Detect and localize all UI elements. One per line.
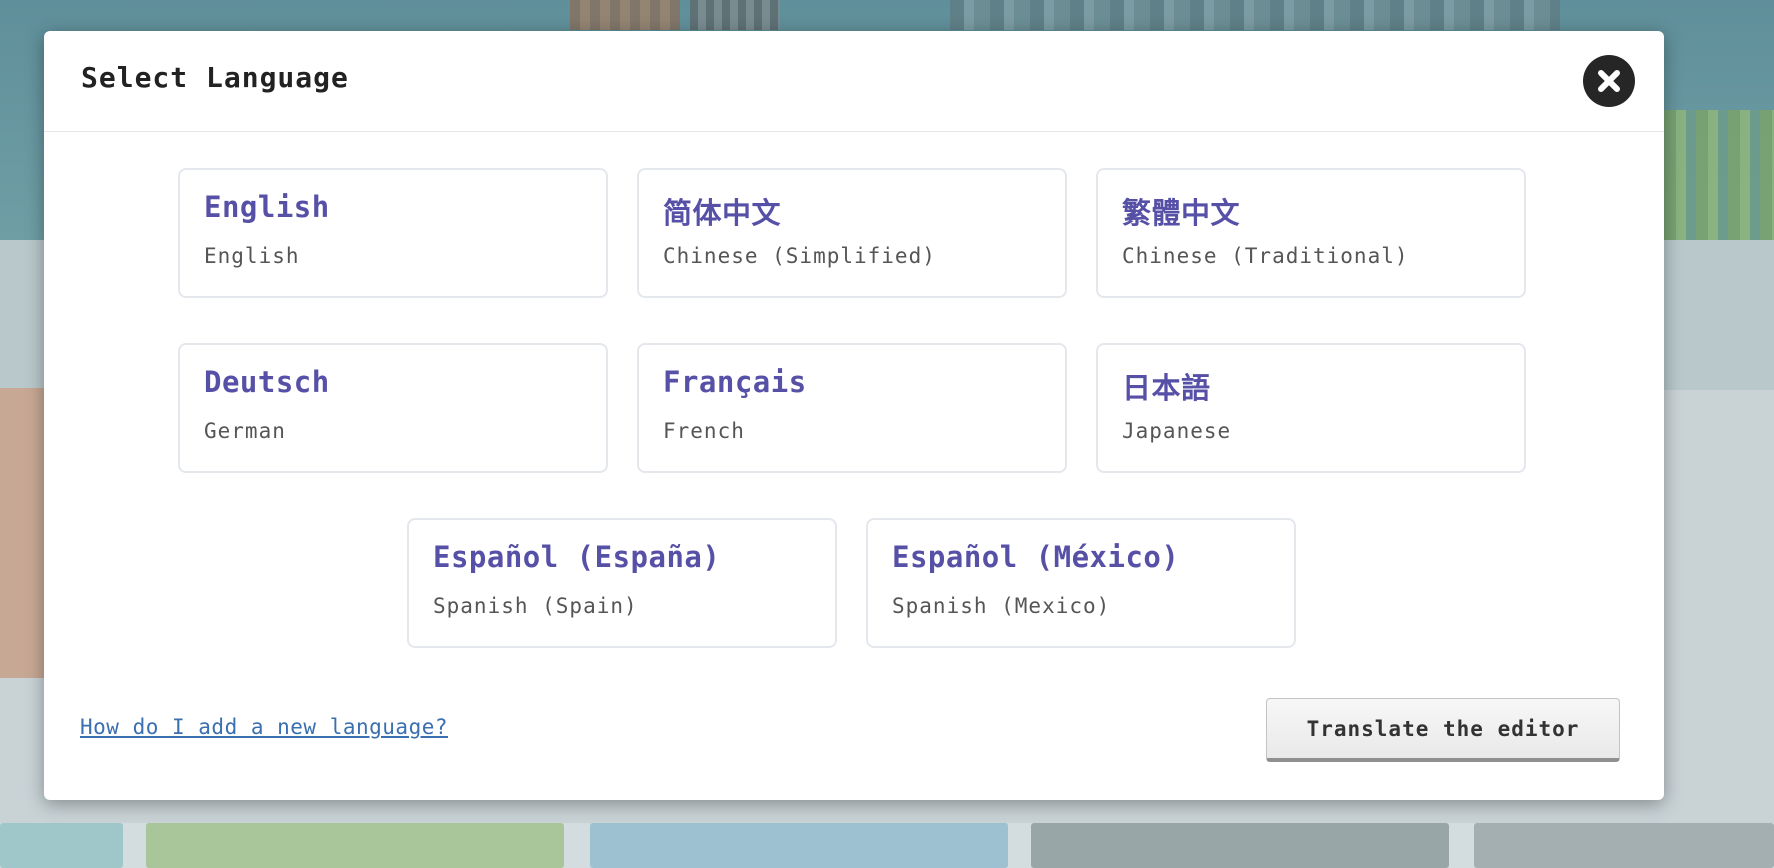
background-thumbnail <box>0 823 123 868</box>
language-native-name: 日本語 <box>1122 371 1211 405</box>
modal-title: Select Language <box>81 61 349 94</box>
background-pixel-art <box>690 0 780 30</box>
language-option-english[interactable]: English English <box>178 168 608 298</box>
language-native-name: English <box>204 190 330 224</box>
background-foliage <box>1664 110 1774 240</box>
language-native-name: Français <box>663 365 807 399</box>
language-native-name: 繁體中文 <box>1122 196 1241 230</box>
language-option-spanish-mexico[interactable]: Español (México) Spanish (Mexico) <box>866 518 1296 648</box>
language-native-name: Deutsch <box>204 365 330 399</box>
language-english-name: English <box>204 244 300 268</box>
background-pixel-art <box>950 0 1560 30</box>
language-native-name: Español (México) <box>892 540 1180 574</box>
language-option-chinese-simplified[interactable]: 简体中文 Chinese (Simplified) <box>637 168 1067 298</box>
translate-editor-button[interactable]: Translate the editor <box>1266 698 1620 762</box>
language-english-name: Chinese (Simplified) <box>663 244 936 268</box>
language-option-spanish-spain[interactable]: Español (España) Spanish (Spain) <box>407 518 837 648</box>
background-thumbnail <box>590 823 1008 868</box>
background-thumbnail <box>1031 823 1449 868</box>
language-english-name: Spanish (Spain) <box>433 594 638 618</box>
language-option-german[interactable]: Deutsch German <box>178 343 608 473</box>
background-thumbnail <box>146 823 564 868</box>
language-option-japanese[interactable]: 日本語 Japanese <box>1096 343 1526 473</box>
language-native-name: Español (España) <box>433 540 721 574</box>
language-english-name: German <box>204 419 286 443</box>
add-language-help-link[interactable]: How do I add a new language? <box>80 715 448 739</box>
language-native-name: 简体中文 <box>663 196 782 230</box>
language-english-name: French <box>663 419 745 443</box>
language-english-name: Japanese <box>1122 419 1232 443</box>
modal-header: Select Language <box>44 31 1664 132</box>
language-modal: Select Language English English 简体中文 Chi… <box>44 31 1664 800</box>
language-english-name: Chinese (Traditional) <box>1122 244 1409 268</box>
background-pixel-art <box>570 0 680 30</box>
language-option-chinese-traditional[interactable]: 繁體中文 Chinese (Traditional) <box>1096 168 1526 298</box>
close-button[interactable] <box>1583 55 1635 107</box>
close-icon <box>1598 70 1620 92</box>
language-english-name: Spanish (Mexico) <box>892 594 1111 618</box>
language-option-french[interactable]: Français French <box>637 343 1067 473</box>
background-thumbnail <box>1474 823 1774 868</box>
